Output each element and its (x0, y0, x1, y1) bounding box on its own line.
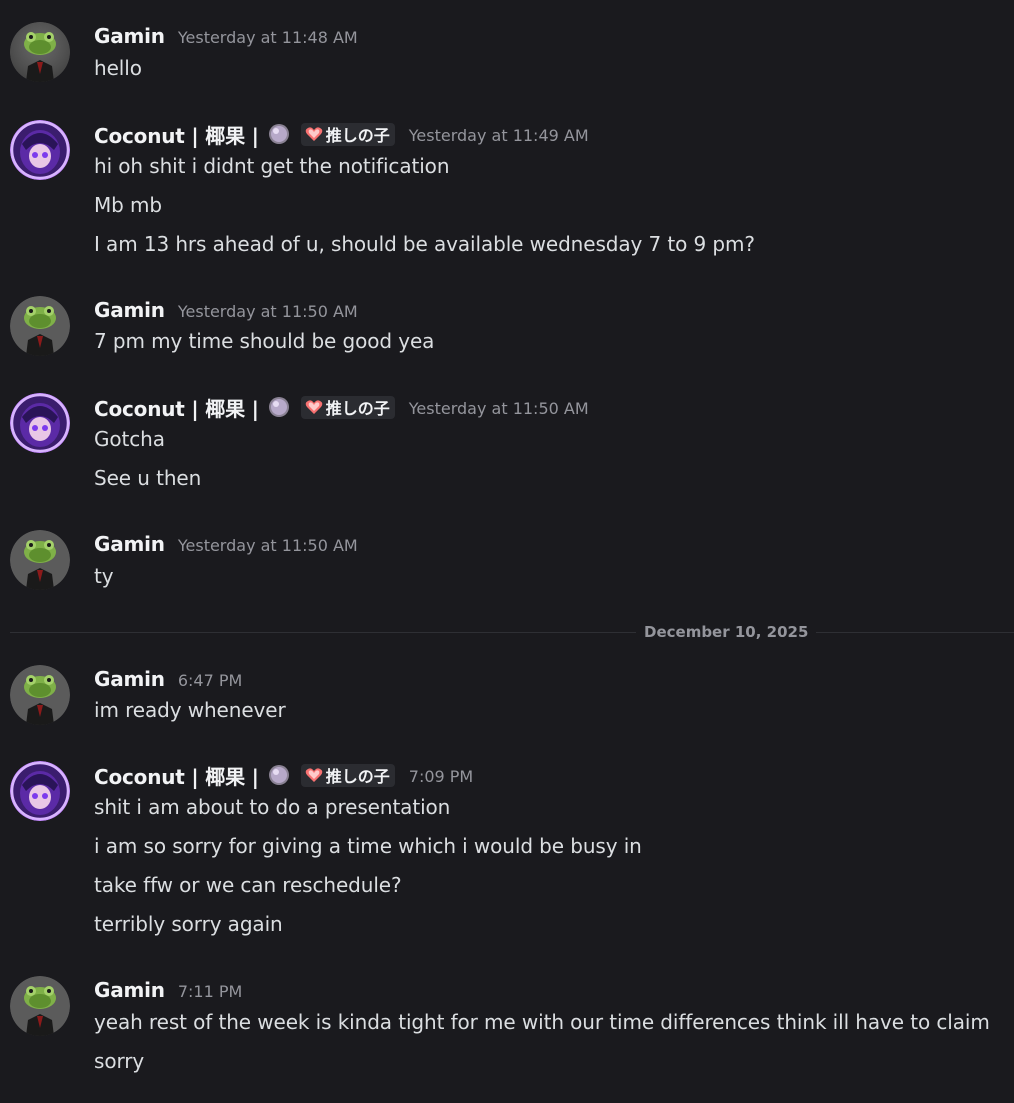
message-text: I am 13 hrs ahead of u, should be availa… (94, 232, 755, 256)
date-divider: December 10, 2025 (636, 620, 817, 644)
orb-badge-icon[interactable] (268, 123, 290, 145)
anime-girl-avatar-icon (10, 120, 70, 180)
timestamp[interactable]: Yesterday at 11:50 AM (178, 536, 358, 555)
timestamp[interactable]: Yesterday at 11:49 AM (409, 126, 589, 145)
frog-avatar-icon (10, 665, 70, 725)
username[interactable]: Coconut | 椰果 | (94, 120, 259, 149)
message-text: Mb mb (94, 193, 162, 217)
frog-avatar-icon (10, 530, 70, 590)
message-text: take ffw or we can reschedule? (94, 873, 402, 897)
avatar[interactable] (10, 530, 70, 590)
message-text: terribly sorry again (94, 912, 283, 936)
message-header: Gamin Yesterday at 11:50 AM (94, 296, 358, 324)
username[interactable]: Gamin (94, 667, 165, 691)
message-header: Gamin Yesterday at 11:48 AM (94, 22, 358, 50)
avatar[interactable] (10, 761, 70, 821)
server-tag[interactable]: 推しの子 (300, 122, 395, 146)
server-tag[interactable]: 推しの子 (300, 763, 395, 787)
message-text: sorry (94, 1049, 145, 1073)
message-text: Gotcha (94, 427, 165, 451)
message-text: See u then (94, 466, 202, 490)
anime-girl-avatar-icon (10, 761, 70, 821)
message-text: shit i am about to do a presentation (94, 795, 451, 819)
heart-icon (305, 768, 323, 782)
frog-avatar-icon (10, 976, 70, 1036)
chat-messages: Gamin Yesterday at 11:48 AM hello Coconu… (0, 0, 1014, 1103)
server-tag-label: 推しの子 (325, 126, 390, 145)
frog-avatar-icon (10, 296, 70, 356)
avatar[interactable] (10, 296, 70, 356)
timestamp[interactable]: Yesterday at 11:50 AM (409, 399, 589, 418)
frog-avatar-icon (10, 22, 70, 82)
avatar[interactable] (10, 393, 70, 453)
timestamp[interactable]: Yesterday at 11:48 AM (178, 28, 358, 47)
heart-icon (305, 127, 323, 141)
orb-badge-icon[interactable] (268, 764, 290, 786)
server-tag-label: 推しの子 (325, 767, 390, 786)
message-text: 7 pm my time should be good yea (94, 329, 435, 353)
username[interactable]: Coconut | 椰果 | (94, 761, 259, 790)
avatar[interactable] (10, 120, 70, 180)
message-text: i am so sorry for giving a time which i … (94, 834, 642, 858)
timestamp[interactable]: 6:47 PM (178, 671, 242, 690)
message-header: Coconut | 椰果 | 推しの子 7:09 PM (94, 761, 473, 789)
message-header: Gamin 6:47 PM (94, 665, 242, 693)
timestamp[interactable]: Yesterday at 11:50 AM (178, 302, 358, 321)
username[interactable]: Gamin (94, 978, 165, 1002)
anime-girl-avatar-icon (10, 393, 70, 453)
username[interactable]: Gamin (94, 24, 165, 48)
date-divider-line (10, 632, 1014, 633)
message-header: Coconut | 椰果 | 推しの子 Yesterday at 11:49 A… (94, 120, 589, 148)
message-header: Gamin 7:11 PM (94, 976, 242, 1004)
message-text: hello (94, 56, 142, 80)
message-text: ty (94, 564, 114, 588)
username[interactable]: Gamin (94, 532, 165, 556)
timestamp[interactable]: 7:09 PM (409, 767, 473, 786)
message-text: hi oh shit i didnt get the notification (94, 154, 450, 178)
server-tag[interactable]: 推しの子 (300, 395, 395, 419)
heart-icon (305, 400, 323, 414)
avatar[interactable] (10, 665, 70, 725)
message-header: Coconut | 椰果 | 推しの子 Yesterday at 11:50 A… (94, 393, 589, 421)
timestamp[interactable]: 7:11 PM (178, 982, 242, 1001)
avatar[interactable] (10, 22, 70, 82)
orb-badge-icon[interactable] (268, 396, 290, 418)
username[interactable]: Coconut | 椰果 | (94, 393, 259, 422)
server-tag-label: 推しの子 (325, 399, 390, 418)
username[interactable]: Gamin (94, 298, 165, 322)
message-text: yeah rest of the week is kinda tight for… (94, 1010, 990, 1034)
avatar[interactable] (10, 976, 70, 1036)
message-header: Gamin Yesterday at 11:50 AM (94, 530, 358, 558)
message-text: im ready whenever (94, 698, 286, 722)
